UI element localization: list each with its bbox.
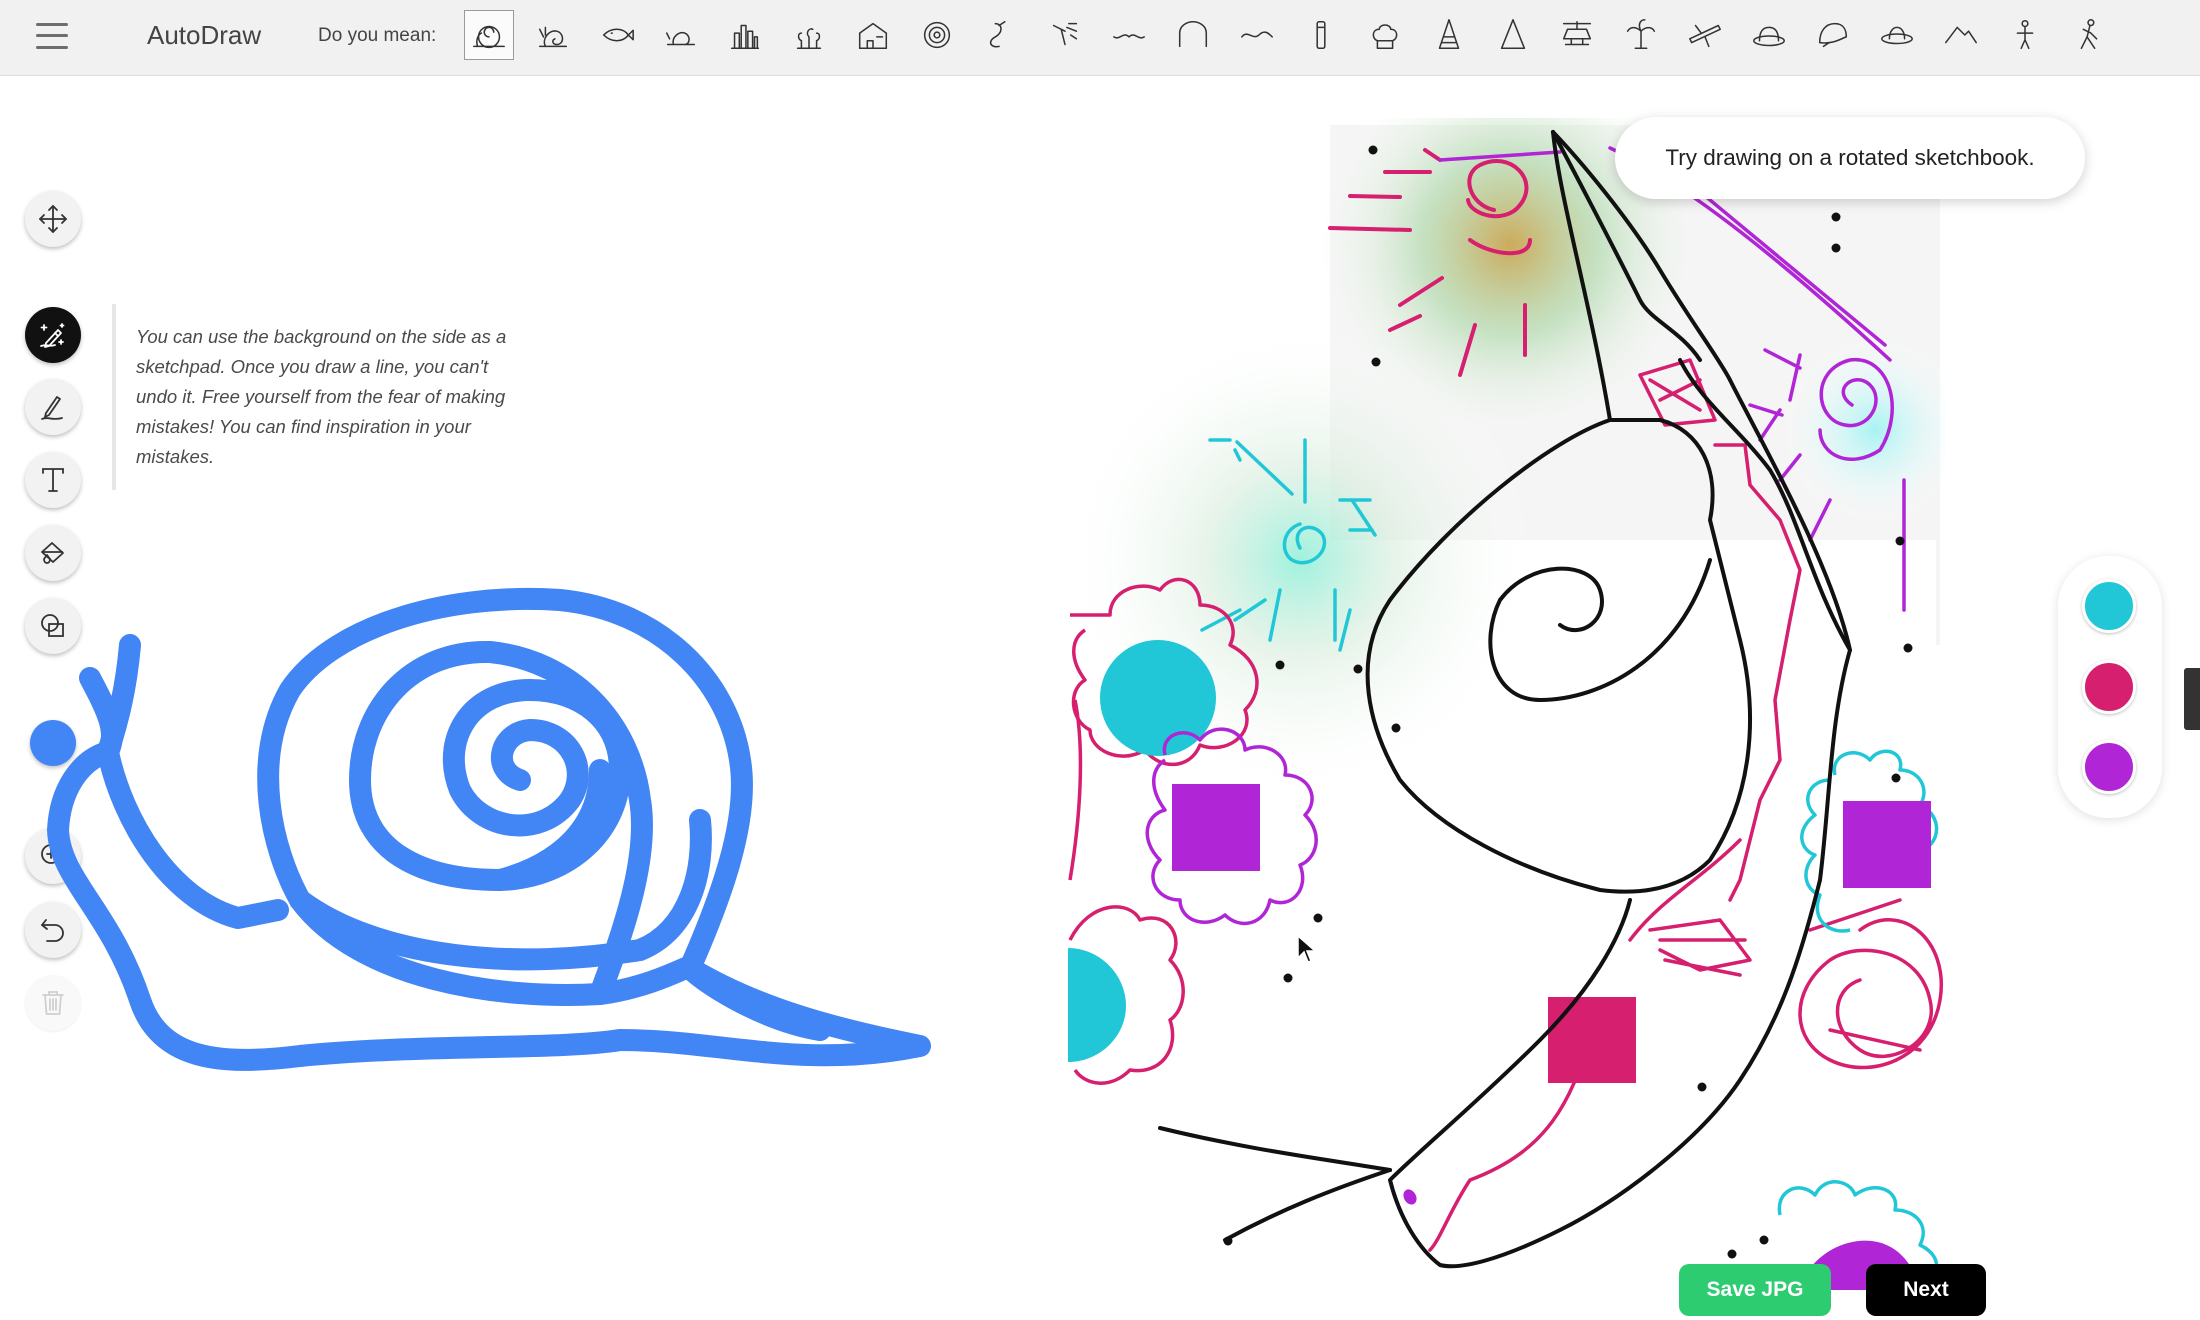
house-icon [858, 22, 888, 50]
next-button[interactable]: Next [1866, 1264, 1986, 1316]
hook-icon [989, 20, 1006, 48]
chef-hat-icon [1372, 24, 1398, 50]
mustache-icon [1113, 34, 1145, 39]
suggestion-city-skyline[interactable] [720, 10, 770, 60]
draw-tool-button[interactable] [25, 379, 81, 435]
suggestion-sprinkler[interactable] [1040, 10, 1090, 60]
color-swatch-pink[interactable] [2082, 660, 2136, 714]
type-tool-button[interactable] [25, 452, 81, 508]
suggestion-mustache[interactable] [1104, 10, 1154, 60]
helmet-icon [1818, 22, 1848, 48]
plants-icon [796, 28, 822, 50]
pink-square [1548, 997, 1636, 1083]
drawing-canvas[interactable] [0, 560, 1000, 1120]
color-swatch-cyan[interactable] [2082, 579, 2136, 633]
party-hat-icon [1438, 19, 1460, 50]
suggestion-house[interactable] [848, 10, 898, 60]
sketchbook-background[interactable] [1060, 118, 1945, 1320]
sketchbook-tip-toast: Try drawing on a rotated sketchbook. [1615, 117, 2085, 199]
suggestion-palm-tree[interactable] [1616, 10, 1666, 60]
sprinkler-icon [1052, 22, 1078, 46]
suggestion-snail-small[interactable] [656, 10, 706, 60]
fish-icon [602, 28, 634, 42]
suggestion-hook[interactable] [976, 10, 1026, 60]
suggestions-label: Do you mean: [318, 25, 437, 46]
suggestion-fish[interactable] [592, 10, 642, 60]
suggestion-helmet[interactable] [1808, 10, 1858, 60]
autodraw-tool-button[interactable] [25, 307, 81, 363]
suggestion-helicopter[interactable] [1552, 10, 1602, 60]
snail-shell-icon [473, 25, 505, 49]
helicopter-icon [1562, 20, 1592, 46]
target-icon [923, 21, 951, 49]
top-bar: AutoDraw Do you mean: [0, 0, 2200, 76]
suggestion-mountain[interactable] [1936, 10, 1986, 60]
menu-icon[interactable] [36, 22, 70, 52]
suggestion-cone[interactable] [1488, 10, 1538, 60]
snail-icon [538, 26, 568, 48]
city-skyline-icon [730, 24, 760, 50]
scrollbar-thumb[interactable] [2184, 668, 2200, 730]
suggestion-target[interactable] [912, 10, 962, 60]
walking-person-icon [2080, 19, 2098, 50]
autodraw-icon [40, 323, 65, 348]
tip-text: You can use the background on the side a… [112, 304, 516, 490]
suggestion-hat[interactable] [1744, 10, 1794, 60]
suggestion-plants[interactable] [784, 10, 834, 60]
purple-square-right [1843, 801, 1931, 888]
cowboy-hat-icon [1881, 26, 1913, 45]
cone-icon [1500, 19, 1526, 50]
color-palette [2058, 556, 2162, 818]
arch-icon [1178, 20, 1208, 48]
snail-drawing [47, 588, 931, 1071]
text-icon [42, 468, 64, 492]
suggestion-person[interactable] [2000, 10, 2050, 60]
suggestion-arch[interactable] [1168, 10, 1218, 60]
airplane-icon [1689, 24, 1721, 48]
snail-small-icon [665, 31, 696, 46]
suggestion-party-hat[interactable] [1424, 10, 1474, 60]
app-title: AutoDraw [147, 20, 262, 50]
move-icon [39, 205, 67, 233]
mountain-icon [1945, 26, 1977, 44]
save-jpg-button[interactable]: Save JPG [1679, 1264, 1831, 1316]
mouse-cursor-icon [1297, 934, 1317, 963]
suggestion-snail[interactable] [528, 10, 578, 60]
hat-icon [1753, 26, 1785, 47]
suggestion-tube[interactable] [1296, 10, 1346, 60]
suggestion-cowboy-hat[interactable] [1872, 10, 1922, 60]
palm-tree-icon [1626, 19, 1656, 50]
pencil-icon [41, 396, 63, 420]
tube-icon [1316, 20, 1326, 50]
move-tool-button[interactable] [25, 191, 81, 247]
person-icon [2016, 19, 2034, 50]
squiggle-icon [1241, 31, 1273, 38]
suggestion-squiggle[interactable] [1232, 10, 1282, 60]
purple-square [1172, 784, 1260, 871]
suggestion-chef-hat[interactable] [1360, 10, 1410, 60]
suggestion-snail-shell[interactable] [464, 10, 514, 60]
suggestion-walking-person[interactable] [2064, 10, 2114, 60]
color-swatch-purple[interactable] [2082, 740, 2136, 794]
suggestion-strip [464, 10, 2104, 64]
suggestion-airplane[interactable] [1680, 10, 1730, 60]
